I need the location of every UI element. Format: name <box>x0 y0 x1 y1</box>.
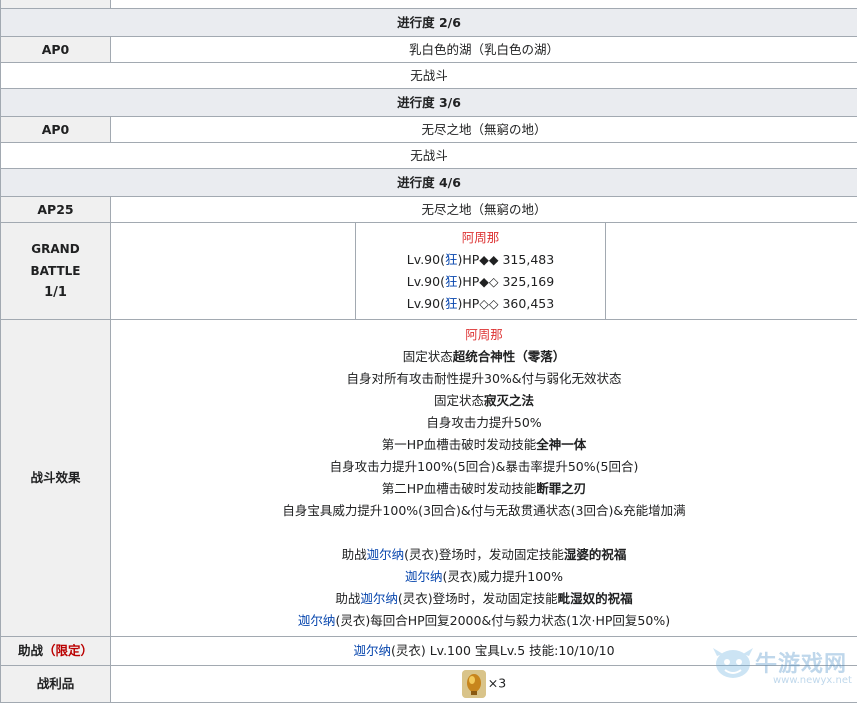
effect-spacer <box>111 522 857 544</box>
effect-line: 自身宝具威力提升100%(3回合)&付与无敌贯通状态(3回合)&充能增加满 <box>111 500 857 522</box>
battle-row: 无战斗 <box>1 143 857 169</box>
effect-line: 自身攻击力提升50% <box>111 412 857 434</box>
quest-table: 进行度 2/6 AP0 乳白色的湖（乳白色の湖） 无战斗 进行度 3/6 AP0… <box>0 0 857 703</box>
servant-link[interactable]: 迦尔纳 <box>298 613 336 628</box>
class-link[interactable]: 狂 <box>445 274 458 289</box>
effect-line: 自身攻击力提升100%(5回合)&暴击率提升50%(5回合) <box>111 456 857 478</box>
support-effect-line: 迦尔纳(灵衣)每回合HP回复2000&付与毅力状态(1次·HP回复50%) <box>111 610 857 632</box>
effect-line: 第一HP血槽击破时发动技能全神一体 <box>111 434 857 456</box>
effects-cell: 阿周那 固定状态超统合神性（零落） 自身对所有攻击耐性提升30%&付与弱化无效状… <box>111 320 857 637</box>
top-cut-row <box>1 0 857 9</box>
support-label: 助战（限定） <box>1 637 111 666</box>
enemy-stat-line: Lv.90(狂)HP◆◆ 315,483 <box>356 249 605 271</box>
support-effect-line: 助战迦尔纳(灵衣)登场时，发动固定技能湿婆的祝福 <box>111 544 857 566</box>
no-battle-cell: 无战斗 <box>1 63 857 89</box>
grand-battle-row: GRAND BATTLE 1/1 阿周那 Lv.90(狂)HP◆◆ 315,48… <box>1 223 857 320</box>
boss-name-link[interactable]: 阿周那 <box>465 327 503 342</box>
progress-row: 进行度 3/6 <box>1 89 857 117</box>
mascot-icon <box>711 642 755 688</box>
enemy-stat-line: Lv.90(狂)HP◆◇ 325,169 <box>356 271 605 293</box>
ap-label: AP0 <box>1 117 111 143</box>
enemy-slot-empty <box>111 223 356 320</box>
ap-row: AP25 无尽之地（無窮の地） <box>1 197 857 223</box>
progress-row: 进行度 4/6 <box>1 169 857 197</box>
watermark-name: 牛游戏网 <box>755 646 847 678</box>
enemy-slot-empty <box>606 223 857 320</box>
ap-label: AP0 <box>1 37 111 63</box>
battle-row: 无战斗 <box>1 63 857 89</box>
watermark-url: www.newyx.net <box>773 675 852 686</box>
location-cell: 无尽之地（無窮の地） <box>111 197 857 223</box>
servant-link[interactable]: 迦尔纳 <box>405 569 443 584</box>
support-effect-line: 助战迦尔纳(灵衣)登场时，发动固定技能毗湿奴的祝福 <box>111 588 857 610</box>
location-cell: 无尽之地（無窮の地） <box>111 117 857 143</box>
ap-row: AP0 无尽之地（無窮の地） <box>1 117 857 143</box>
enemy-name-link[interactable]: 阿周那 <box>462 230 500 245</box>
watermark: 牛游戏网 www.newyx.net <box>711 642 851 692</box>
grand-line: GRAND <box>1 238 110 260</box>
ap-row: AP0 乳白色的湖（乳白色の湖） <box>1 37 857 63</box>
enemy-stat-line: Lv.90(狂)HP◇◇ 360,453 <box>356 293 605 315</box>
battle-line: BATTLE <box>1 260 110 282</box>
class-link[interactable]: 狂 <box>445 296 458 311</box>
no-battle-cell: 无战斗 <box>1 143 857 169</box>
ap-label: AP25 <box>1 197 111 223</box>
effects-label: 战斗效果 <box>1 320 111 637</box>
progress-header: 进行度 2/6 <box>1 9 857 37</box>
effect-line: 自身对所有攻击耐性提升30%&付与弱化无效状态 <box>111 368 857 390</box>
effect-line: 第二HP血槽击破时发动技能断罪之刃 <box>111 478 857 500</box>
servant-link[interactable]: 迦尔纳 <box>360 591 398 606</box>
progress-header: 进行度 3/6 <box>1 89 857 117</box>
support-effect-line: 迦尔纳(灵衣)威力提升100% <box>111 566 857 588</box>
enemy-slot: 阿周那 Lv.90(狂)HP◆◆ 315,483 Lv.90(狂)HP◆◇ 32… <box>356 223 606 320</box>
limited-tag: （限定） <box>43 643 93 658</box>
location-cell: 乳白色的湖（乳白色の湖） <box>111 37 857 63</box>
loot-label: 战利品 <box>1 666 111 703</box>
class-link[interactable]: 狂 <box>445 252 458 267</box>
support-servant-link[interactable]: 迦尔纳 <box>353 643 391 658</box>
effect-line: 固定状态超统合神性（零落） <box>111 346 857 368</box>
wave-count: 1/1 <box>1 282 110 304</box>
effect-line: 固定状态寂灭之法 <box>111 390 857 412</box>
progress-header: 进行度 4/6 <box>1 169 857 197</box>
grand-battle-label: GRAND BATTLE 1/1 <box>1 223 111 320</box>
progress-row: 进行度 2/6 <box>1 9 857 37</box>
servant-link[interactable]: 迦尔纳 <box>367 547 405 562</box>
effects-row: 战斗效果 阿周那 固定状态超统合神性（零落） 自身对所有攻击耐性提升30%&付与… <box>1 320 857 637</box>
loot-count: ×3 <box>488 676 506 691</box>
